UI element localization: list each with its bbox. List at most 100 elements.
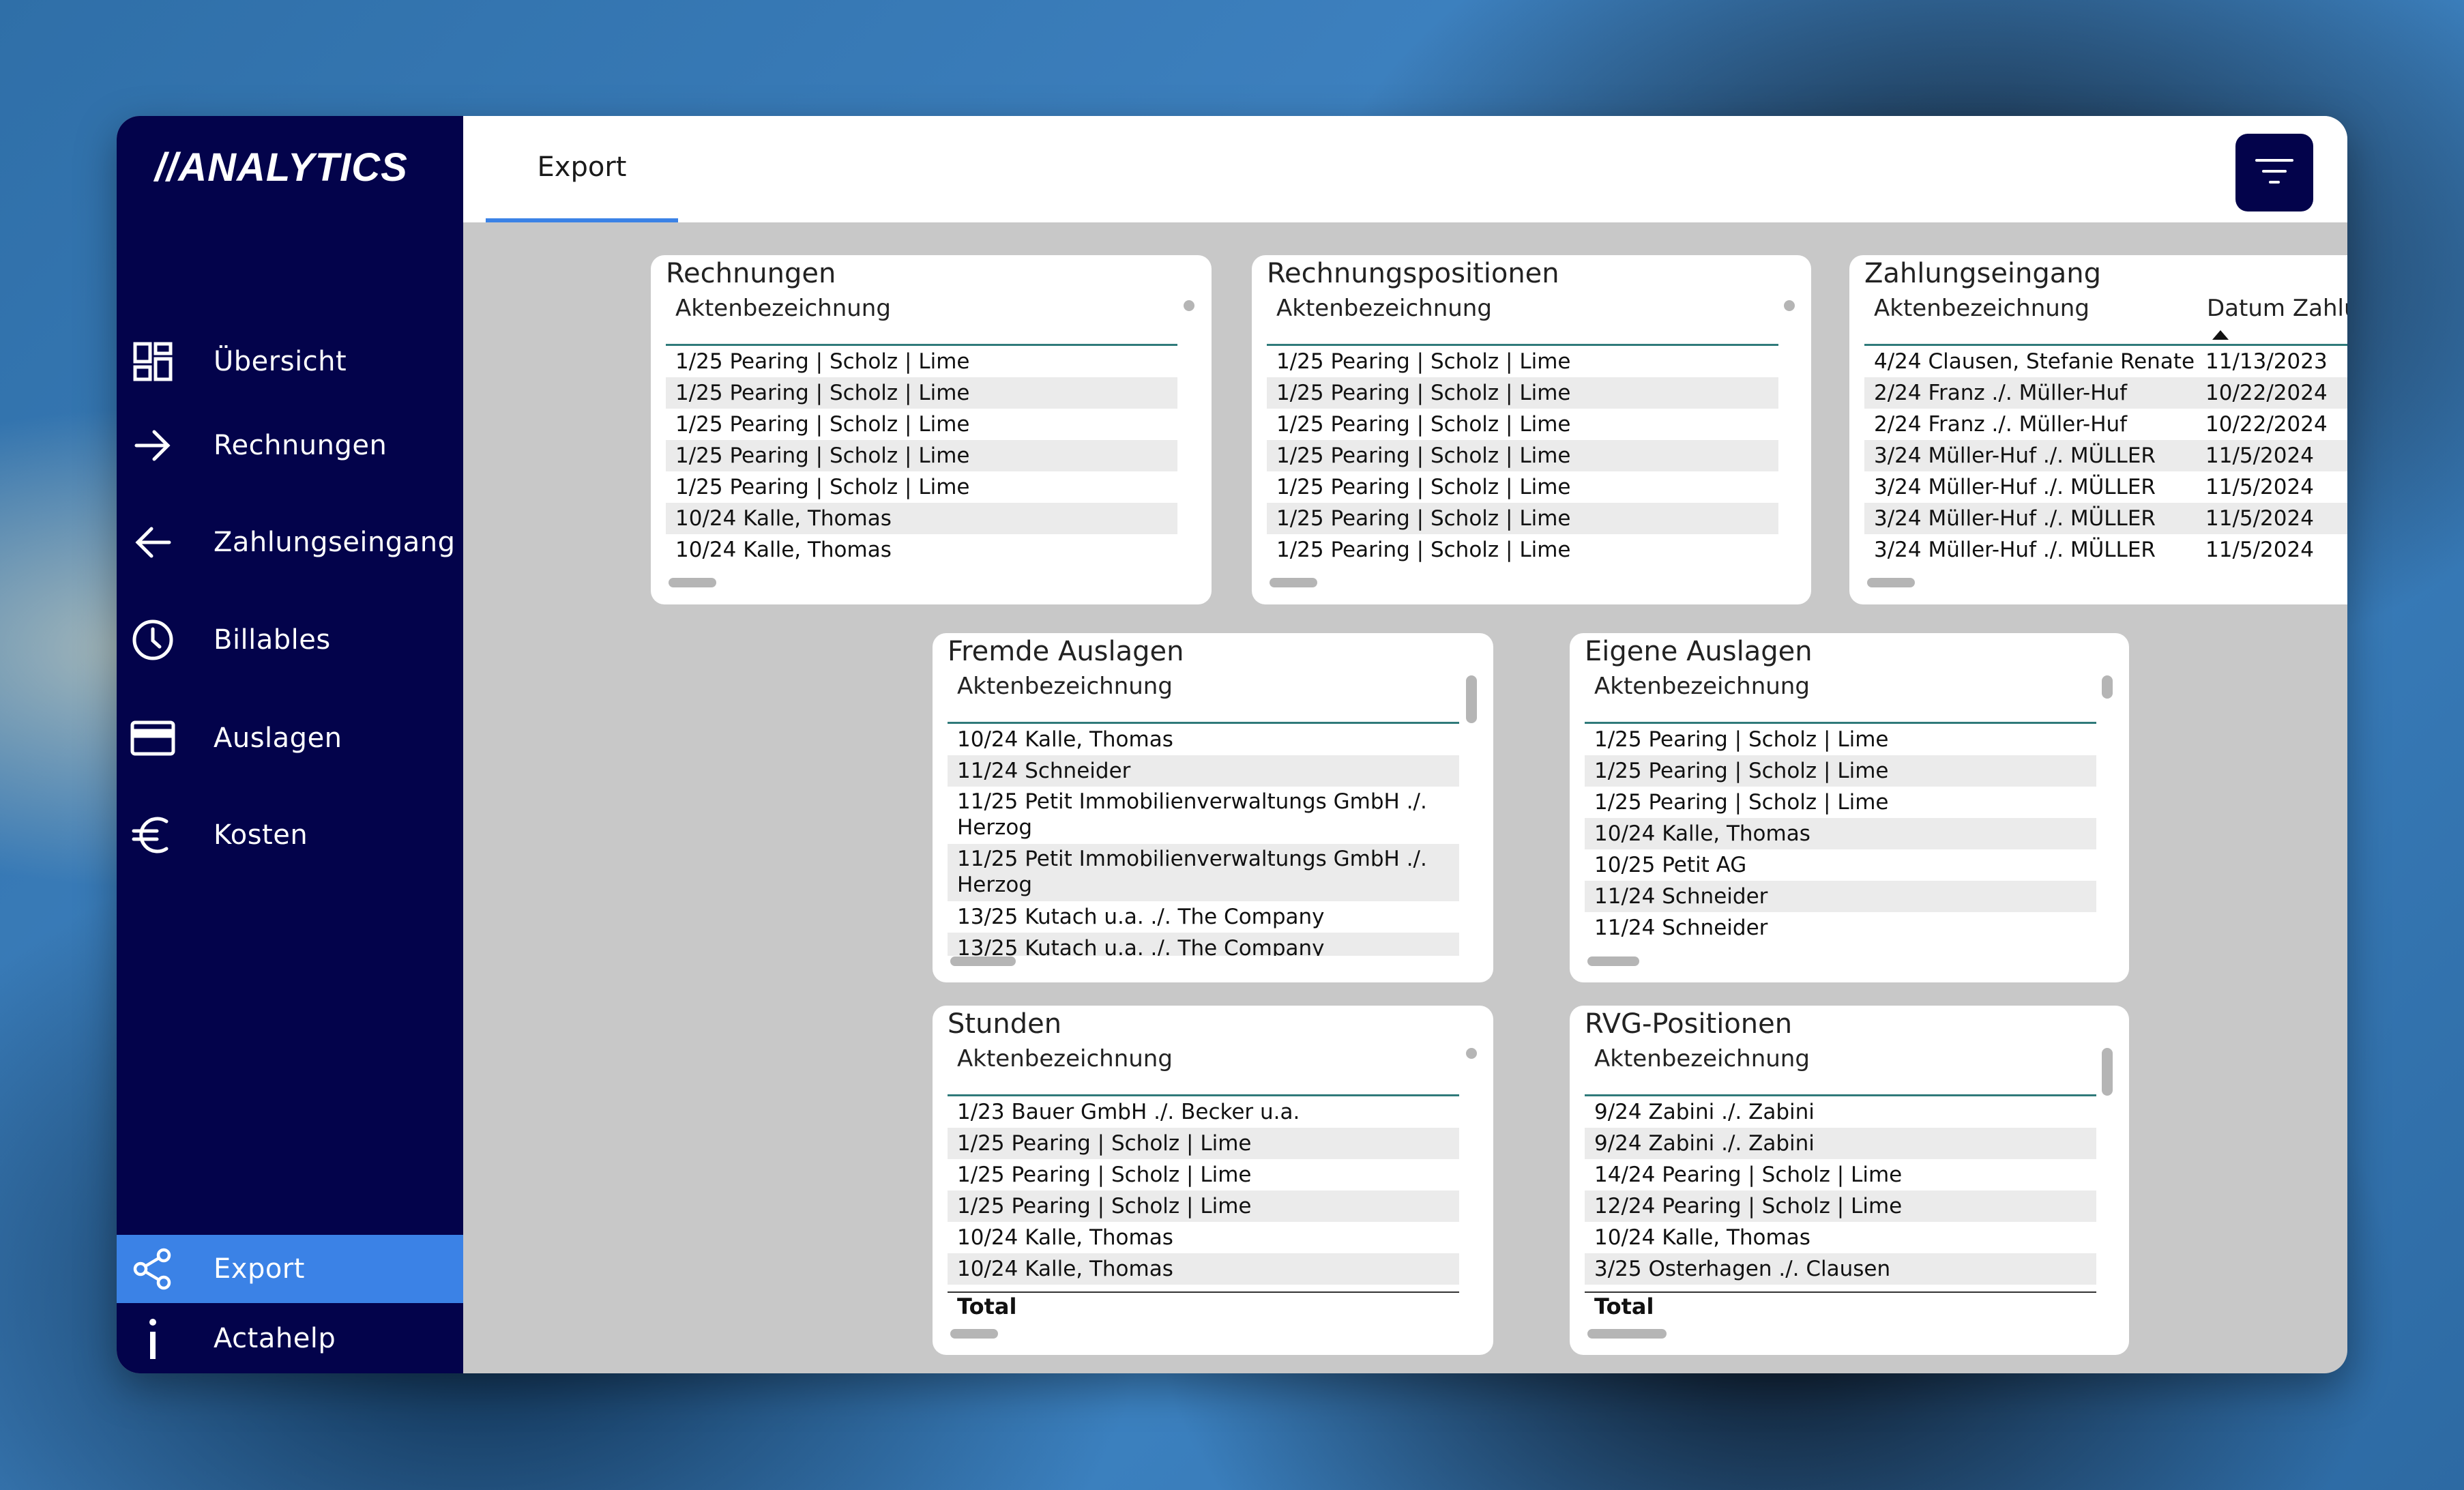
column-header[interactable]: Aktenbezeichnung (1276, 295, 1492, 322)
horizontal-scrollbar[interactable] (669, 578, 716, 587)
table-row[interactable]: 3/24 Müller-Huf ./. MÜLLER 11/5/2024 (1864, 471, 2347, 503)
table-row[interactable]: 1/25 Pearing | Scholz | Lime (1267, 346, 1778, 377)
vertical-scrollbar[interactable] (1784, 300, 1795, 311)
sort-ascending-icon[interactable] (2212, 330, 2229, 340)
table-row[interactable]: 1/25 Pearing | Scholz | Lime (666, 409, 1177, 440)
column-header[interactable]: Aktenbezeichnung (1874, 295, 2089, 322)
table-row[interactable]: 1/25 Pearing | Scholz | Lime (1267, 409, 1778, 440)
horizontal-scrollbar[interactable] (950, 956, 1016, 966)
table-row[interactable]: 12/24 Pearing | Scholz | Lime (1585, 1190, 2096, 1222)
table-row[interactable]: 1/25 Pearing | Scholz | Lime (948, 1190, 1459, 1222)
sidebar-item-label: Rechnungen (214, 430, 387, 461)
card-title: RVG-Positionen (1585, 1008, 1793, 1040)
table-row[interactable]: 13/25 Kutach u.a. ./. The Company (948, 901, 1459, 933)
table-row[interactable]: 11/24 Schneider (948, 755, 1459, 787)
table-row[interactable]: 1/25 Pearing | Scholz | Lime (666, 346, 1177, 377)
table-body: 1/25 Pearing | Scholz | Lime 1/25 Pearin… (1585, 724, 2096, 956)
table-row[interactable]: 1/25 Pearing | Scholz | Lime (666, 377, 1177, 409)
tab-export[interactable]: Export (486, 116, 678, 222)
sidebar-item-rechnungen[interactable]: Rechnungen (117, 411, 463, 480)
sidebar-item-label: Auslagen (214, 722, 342, 754)
cell-datum: 10/22/2024 (2205, 412, 2328, 437)
table-row[interactable]: 1/25 Pearing | Scholz | Lime (666, 440, 1177, 471)
sidebar-item-zahlungseingang[interactable]: Zahlungseingang (117, 508, 463, 576)
cell-aktenbezeichnung: 3/24 Müller-Huf ./. MÜLLER (1874, 538, 2156, 562)
table-row[interactable]: 10/24 Kalle, Thomas (1585, 818, 2096, 849)
cell-aktenbezeichnung: 3/24 Müller-Huf ./. MÜLLER (1874, 443, 2156, 468)
table-row[interactable]: 11/24 Schneider (1585, 912, 2096, 944)
euro-icon (129, 811, 177, 859)
table-row[interactable]: 1/25 Pearing | Scholz | Lime (666, 471, 1177, 503)
card-title: Rechnungen (666, 258, 836, 289)
info-icon (129, 1315, 177, 1362)
column-header[interactable]: Aktenbezeichnung (1594, 1045, 1810, 1072)
cell-datum: 11/13/2023 (2205, 349, 2328, 374)
table-row[interactable]: 1/23 Bauer GmbH ./. Becker u.a. (948, 1096, 1459, 1128)
sidebar-item-auslagen[interactable]: Auslagen (117, 704, 463, 772)
table-row[interactable]: 1/25 Pearing | Scholz | Lime (1585, 755, 2096, 787)
horizontal-scrollbar[interactable] (1587, 956, 1639, 966)
table-row[interactable]: 3/24 Müller-Huf ./. MÜLLER 11/5/2024 (1864, 503, 2347, 534)
total-divider (948, 1291, 1459, 1293)
vertical-scrollbar[interactable] (1184, 300, 1194, 311)
vertical-scrollbar[interactable] (2102, 675, 2113, 699)
table-row[interactable]: 9/24 Zabini ./. Zabini (1585, 1128, 2096, 1159)
table-row[interactable]: 10/24 Kalle, Thomas (948, 1222, 1459, 1253)
clock-icon (129, 616, 177, 664)
table-row[interactable]: 2/24 Franz ./. Müller-Huf 10/22/2024 (1864, 409, 2347, 440)
table-row[interactable]: 10/25 Petit AG (1585, 849, 2096, 881)
sidebar-item-kosten[interactable]: Kosten (117, 801, 463, 869)
table-row[interactable]: 4/24 Clausen, Stefanie Renate 11/13/2023 (1864, 346, 2347, 377)
cell-datum: 10/22/2024 (2205, 381, 2328, 405)
horizontal-scrollbar[interactable] (1587, 1329, 1667, 1339)
table-row[interactable]: 3/25 Osterhagen ./. Clausen (1585, 1253, 2096, 1285)
cell-aktenbezeichnung: 3/24 Müller-Huf ./. MÜLLER (1874, 475, 2156, 499)
table-row[interactable]: 14/24 Pearing | Scholz | Lime (1585, 1159, 2096, 1190)
table-row[interactable]: 3/24 Müller-Huf ./. MÜLLER 11/5/2024 (1864, 534, 2347, 566)
column-header[interactable]: Aktenbezeichnung (957, 1045, 1173, 1072)
table-row[interactable]: 1/25 Pearing | Scholz | Lime (1267, 503, 1778, 534)
sidebar-item-label: Übersicht (214, 346, 347, 377)
table-row[interactable]: 10/24 Kalle, Thomas (948, 1253, 1459, 1285)
table-row[interactable]: 1/25 Pearing | Scholz | Lime (1267, 440, 1778, 471)
sidebar-item-billables[interactable]: Billables (117, 606, 463, 674)
table-body: 4/24 Clausen, Stefanie Renate 11/13/2023 … (1864, 346, 2347, 578)
card-eigene-auslagen: Eigene Auslagen Aktenbezeichnung 1/25 Pe… (1570, 633, 2129, 982)
sidebar-item-uebersicht[interactable]: Übersicht (117, 327, 463, 396)
table-row[interactable]: 10/24 Kalle, Thomas (1585, 1222, 2096, 1253)
table-row[interactable]: 13/25 Kutach u.a. ./. The Company (948, 933, 1459, 956)
filter-button[interactable] (2235, 134, 2313, 211)
table-row[interactable]: 3/24 Müller-Huf ./. MÜLLER 11/5/2024 (1864, 440, 2347, 471)
column-header[interactable]: Aktenbezeichnung (957, 673, 1173, 700)
table-row[interactable]: 1/25 Pearing | Scholz | Lime (1267, 471, 1778, 503)
vertical-scrollbar[interactable] (2102, 1048, 2113, 1096)
card-rechnungen: Rechnungen Aktenbezeichnung 1/25 Pearing… (651, 255, 1212, 604)
table-row[interactable]: 11/24 Schneider (1585, 881, 2096, 912)
card-stunden: Stunden Aktenbezeichnung 1/23 Bauer GmbH… (933, 1006, 1493, 1355)
cell-datum: 11/5/2024 (2205, 475, 2314, 499)
table-row[interactable]: 1/25 Pearing | Scholz | Lime (1267, 534, 1778, 566)
table-row[interactable]: 2/24 Franz ./. Müller-Huf 10/22/2024 (1864, 377, 2347, 409)
table-row[interactable]: 10/24 Kalle, Thomas (666, 534, 1177, 566)
table-row[interactable]: 1/25 Pearing | Scholz | Lime (1585, 787, 2096, 818)
column-header[interactable]: Aktenbezeichnung (675, 295, 891, 322)
table-row[interactable]: 1/25 Pearing | Scholz | Lime (948, 1159, 1459, 1190)
table-row[interactable]: 9/24 Zabini ./. Zabini (1585, 1096, 2096, 1128)
horizontal-scrollbar[interactable] (950, 1329, 998, 1339)
table-row[interactable]: 1/25 Pearing | Scholz | Lime (1585, 724, 2096, 755)
table-row[interactable]: 11/25 Petit Immobilienverwaltungs GmbH .… (948, 787, 1459, 844)
table-row[interactable]: 1/25 Pearing | Scholz | Lime (1267, 377, 1778, 409)
table-row[interactable]: 10/24 Kalle, Thomas (666, 503, 1177, 534)
table-row[interactable]: 11/25 Petit Immobilienverwaltungs GmbH .… (948, 844, 1459, 901)
column-header[interactable]: Aktenbezeichnung (1594, 673, 1810, 700)
vertical-scrollbar[interactable] (1466, 1048, 1477, 1059)
column-header-datum[interactable]: Datum Zahlung (2207, 295, 2347, 322)
table-row[interactable]: 1/25 Pearing | Scholz | Lime (948, 1128, 1459, 1159)
cell-aktenbezeichnung: 3/24 Müller-Huf ./. MÜLLER (1874, 506, 2156, 531)
horizontal-scrollbar[interactable] (1270, 578, 1317, 587)
sidebar-item-export[interactable]: Export (117, 1235, 463, 1303)
horizontal-scrollbar[interactable] (1867, 578, 1915, 587)
vertical-scrollbar[interactable] (1466, 675, 1477, 723)
sidebar-item-actahelp[interactable]: Actahelp (117, 1304, 463, 1373)
table-row[interactable]: 10/24 Kalle, Thomas (948, 724, 1459, 755)
